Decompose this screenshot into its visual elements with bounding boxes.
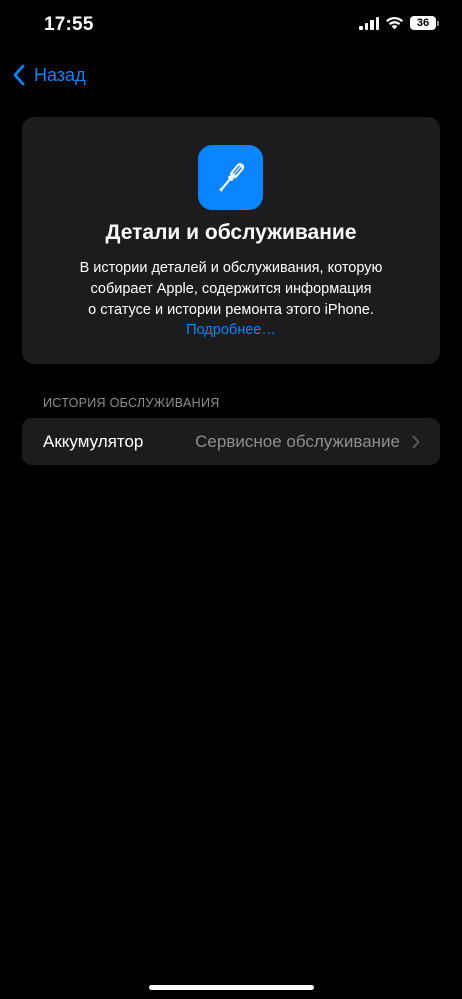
parts-service-info-card: Детали и обслуживание В истории деталей … bbox=[22, 117, 440, 364]
section-header-service-history: ИСТОРИЯ ОБСЛУЖИВАНИЯ bbox=[43, 396, 220, 410]
back-label: Назад bbox=[34, 64, 86, 85]
card-description-line: собирает Apple, содержится информация bbox=[90, 281, 372, 297]
chevron-right-icon bbox=[412, 435, 420, 449]
card-description-line: В истории деталей и обслуживания, котору… bbox=[79, 260, 383, 276]
cellular-signal-icon bbox=[359, 16, 379, 30]
battery-icon: 36 bbox=[410, 16, 439, 30]
row-label: Аккумулятор bbox=[43, 431, 144, 451]
row-value: Сервисное обслуживание bbox=[195, 431, 400, 451]
list-item-battery[interactable]: Аккумулятор Сервисное обслуживание bbox=[22, 418, 440, 465]
card-description-line: о статусе и истории ремонта этого iPhone… bbox=[88, 302, 374, 318]
status-icons: 36 bbox=[359, 16, 439, 30]
service-history-list: Аккумулятор Сервисное обслуживание bbox=[22, 418, 440, 465]
card-description: В истории деталей и обслуживания, котору… bbox=[52, 258, 410, 321]
learn-more-link[interactable]: Подробнее… bbox=[22, 320, 440, 341]
battery-level: 36 bbox=[416, 17, 430, 29]
status-bar: 17:55 36 bbox=[0, 0, 462, 52]
screwdriver-icon bbox=[198, 145, 263, 210]
wifi-icon bbox=[385, 16, 404, 30]
status-time: 17:55 bbox=[44, 14, 94, 35]
card-title: Детали и обслуживание bbox=[105, 221, 357, 244]
back-button[interactable]: Назад bbox=[12, 60, 86, 90]
home-indicator[interactable] bbox=[149, 985, 314, 990]
chevron-left-icon bbox=[12, 64, 26, 86]
